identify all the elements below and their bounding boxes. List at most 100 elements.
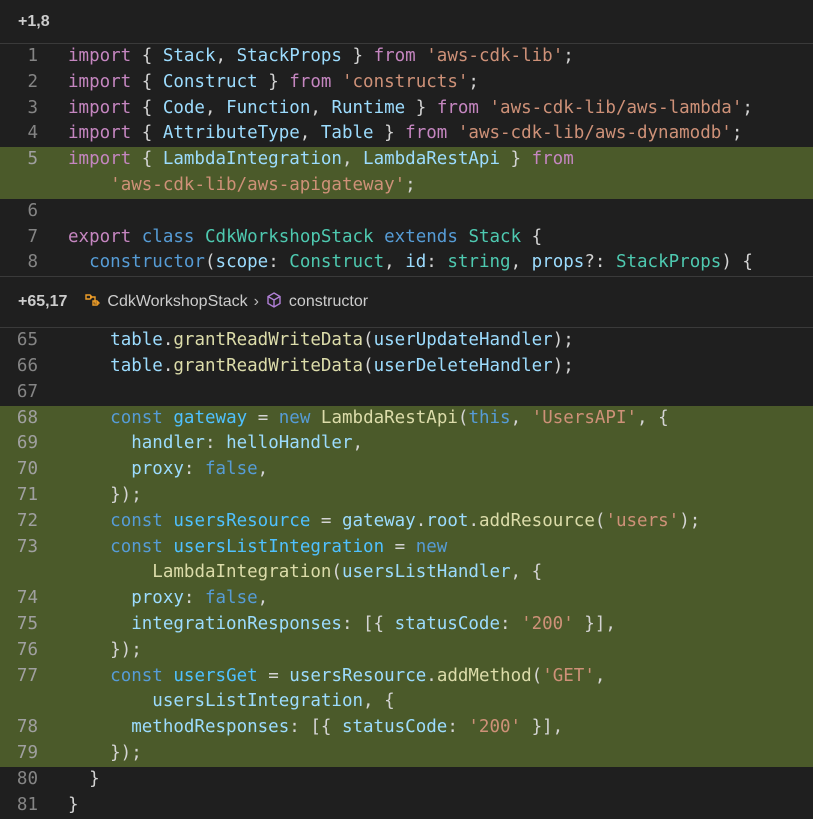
hunk-header-1[interactable]: +1,8 xyxy=(0,0,813,44)
code-token: statusCode xyxy=(394,613,500,634)
code-line[interactable]: 78 methodResponses: [{ statusCode: '200'… xyxy=(0,715,813,741)
breadcrumb-method[interactable]: constructor xyxy=(289,293,368,311)
code-token: }); xyxy=(68,484,142,505)
code-line[interactable]: 77 const usersGet = usersResource.addMet… xyxy=(0,663,813,690)
code-token: false xyxy=(204,588,258,609)
code-token: ?: xyxy=(584,252,616,273)
code-token: = xyxy=(257,665,290,686)
code-line[interactable]: 72 const usersResource = gateway.root.ad… xyxy=(0,508,813,535)
code-line[interactable]: 65 table.grantReadWriteData(userUpdateHa… xyxy=(0,328,813,354)
code-line[interactable]: 7 export class CdkWorkshopStack extends S… xyxy=(0,225,813,251)
code-token: StackProps xyxy=(236,46,342,66)
code-text: import { Construct } from 'constructs'; xyxy=(68,70,813,96)
code-token: { xyxy=(131,149,163,170)
code-token: usersResource xyxy=(289,665,427,686)
code-token: usersListHandler xyxy=(341,562,511,583)
code-line[interactable]: 81} xyxy=(0,793,813,819)
line-number: 3 xyxy=(27,97,38,118)
code-line[interactable]: 74 proxy: false, xyxy=(0,586,813,612)
code-token: import xyxy=(68,97,132,118)
code-token: = xyxy=(384,536,416,557)
code-token: usersListIntegration xyxy=(152,691,364,712)
code-token: }); xyxy=(68,639,142,660)
code-line[interactable]: 3 import { Code, Function, Runtime } from… xyxy=(0,96,813,122)
hunk-range: +1,8 xyxy=(18,12,50,30)
code-text: } xyxy=(68,793,813,819)
code-line[interactable]: 79 }); xyxy=(0,740,813,767)
code-token: = xyxy=(310,510,342,531)
code-line[interactable]: 6 xyxy=(0,199,813,225)
code-token: class xyxy=(141,226,195,247)
code-line[interactable]: 69 handler: helloHandler, xyxy=(0,431,813,458)
code-line[interactable]: 1 import { Stack, StackProps } from 'aws-… xyxy=(0,44,813,70)
line-number: 65 xyxy=(16,330,38,351)
code-token: } xyxy=(373,123,406,144)
code-token: 'GET' xyxy=(542,665,595,686)
code-line[interactable]: 70 proxy: false, xyxy=(0,457,813,483)
code-token: , xyxy=(352,433,364,454)
code-token: Construct xyxy=(289,252,385,273)
line-number xyxy=(0,689,68,715)
code-line[interactable]: 80 } xyxy=(0,767,813,793)
code-line[interactable]: usersListIntegration, { xyxy=(0,689,813,716)
code-line[interactable]: 4 import { AttributeType, Table } from 'a… xyxy=(0,121,813,147)
code-line[interactable]: 66 table.grantReadWriteData(userDeleteHa… xyxy=(0,354,813,380)
code-token: ( xyxy=(457,407,469,428)
code-line[interactable]: LambdaIntegration(usersListHandler, { xyxy=(0,560,813,587)
code-token: ; xyxy=(742,97,753,118)
line-number xyxy=(0,560,68,586)
code-token: usersListIntegration xyxy=(173,536,385,557)
code-token: = xyxy=(247,407,279,428)
code-text: methodResponses: [{ statusCode: '200' }]… xyxy=(68,715,813,741)
line-number: 5 xyxy=(27,149,38,170)
code-token: ( xyxy=(531,665,543,686)
code-line[interactable]: 75 integrationResponses: [{ statusCode: … xyxy=(0,611,813,638)
code-token: from xyxy=(531,149,574,170)
code-token: usersResource xyxy=(173,510,311,531)
code-token: } xyxy=(68,794,79,815)
code-token: . xyxy=(415,510,427,531)
code-line[interactable]: 76 }); xyxy=(0,637,813,664)
code-token: ; xyxy=(731,123,743,144)
hunk-header-2[interactable]: +65,17 CdkWorkshopStack › constructor xyxy=(0,276,813,329)
code-text: const usersResource = gateway.root.addRe… xyxy=(68,509,813,535)
code-line[interactable]: 68 const gateway = new LambdaRestApi(thi… xyxy=(0,405,813,432)
code-token: . xyxy=(162,330,174,351)
line-number: 7 xyxy=(27,226,38,247)
code-token: handler xyxy=(131,433,205,454)
code-line[interactable]: 67 xyxy=(0,380,813,406)
code-token: table xyxy=(110,355,163,376)
line-number: 8 xyxy=(27,252,38,273)
code-token: LambdaIntegration xyxy=(162,149,342,170)
code-token: } xyxy=(405,97,437,118)
code-line[interactable]: 'aws-cdk-lib/aws-apigateway'; xyxy=(0,172,813,199)
code-line[interactable]: 71 }); xyxy=(0,482,813,509)
code-text: handler: helloHandler, xyxy=(68,431,813,457)
code-token: const xyxy=(110,665,163,686)
code-token: ); xyxy=(552,355,574,376)
code-block-2: 65 table.grantReadWriteData(userUpdateHa… xyxy=(0,328,813,819)
code-token: . xyxy=(162,355,174,376)
code-line[interactable]: 73 const usersListIntegration = new xyxy=(0,534,813,561)
code-token: const xyxy=(110,510,163,531)
code-text: import { Code, Function, Runtime } from … xyxy=(68,96,813,122)
code-line[interactable]: 2 import { Construct } from 'constructs'; xyxy=(0,70,813,96)
code-line[interactable]: 5 import { LambdaIntegration, LambdaRestA… xyxy=(0,147,813,173)
class-icon xyxy=(83,292,101,313)
code-token: LambdaRestApi xyxy=(320,407,458,428)
code-line[interactable]: 8 constructor(scope: Construct, id: stri… xyxy=(0,250,813,276)
code-token: grantReadWriteData xyxy=(173,330,364,351)
line-number: 2 xyxy=(27,71,38,92)
breadcrumb-class[interactable]: CdkWorkshopStack xyxy=(107,293,247,311)
code-token: : [{ xyxy=(289,717,342,738)
code-token: proxy xyxy=(131,588,184,609)
